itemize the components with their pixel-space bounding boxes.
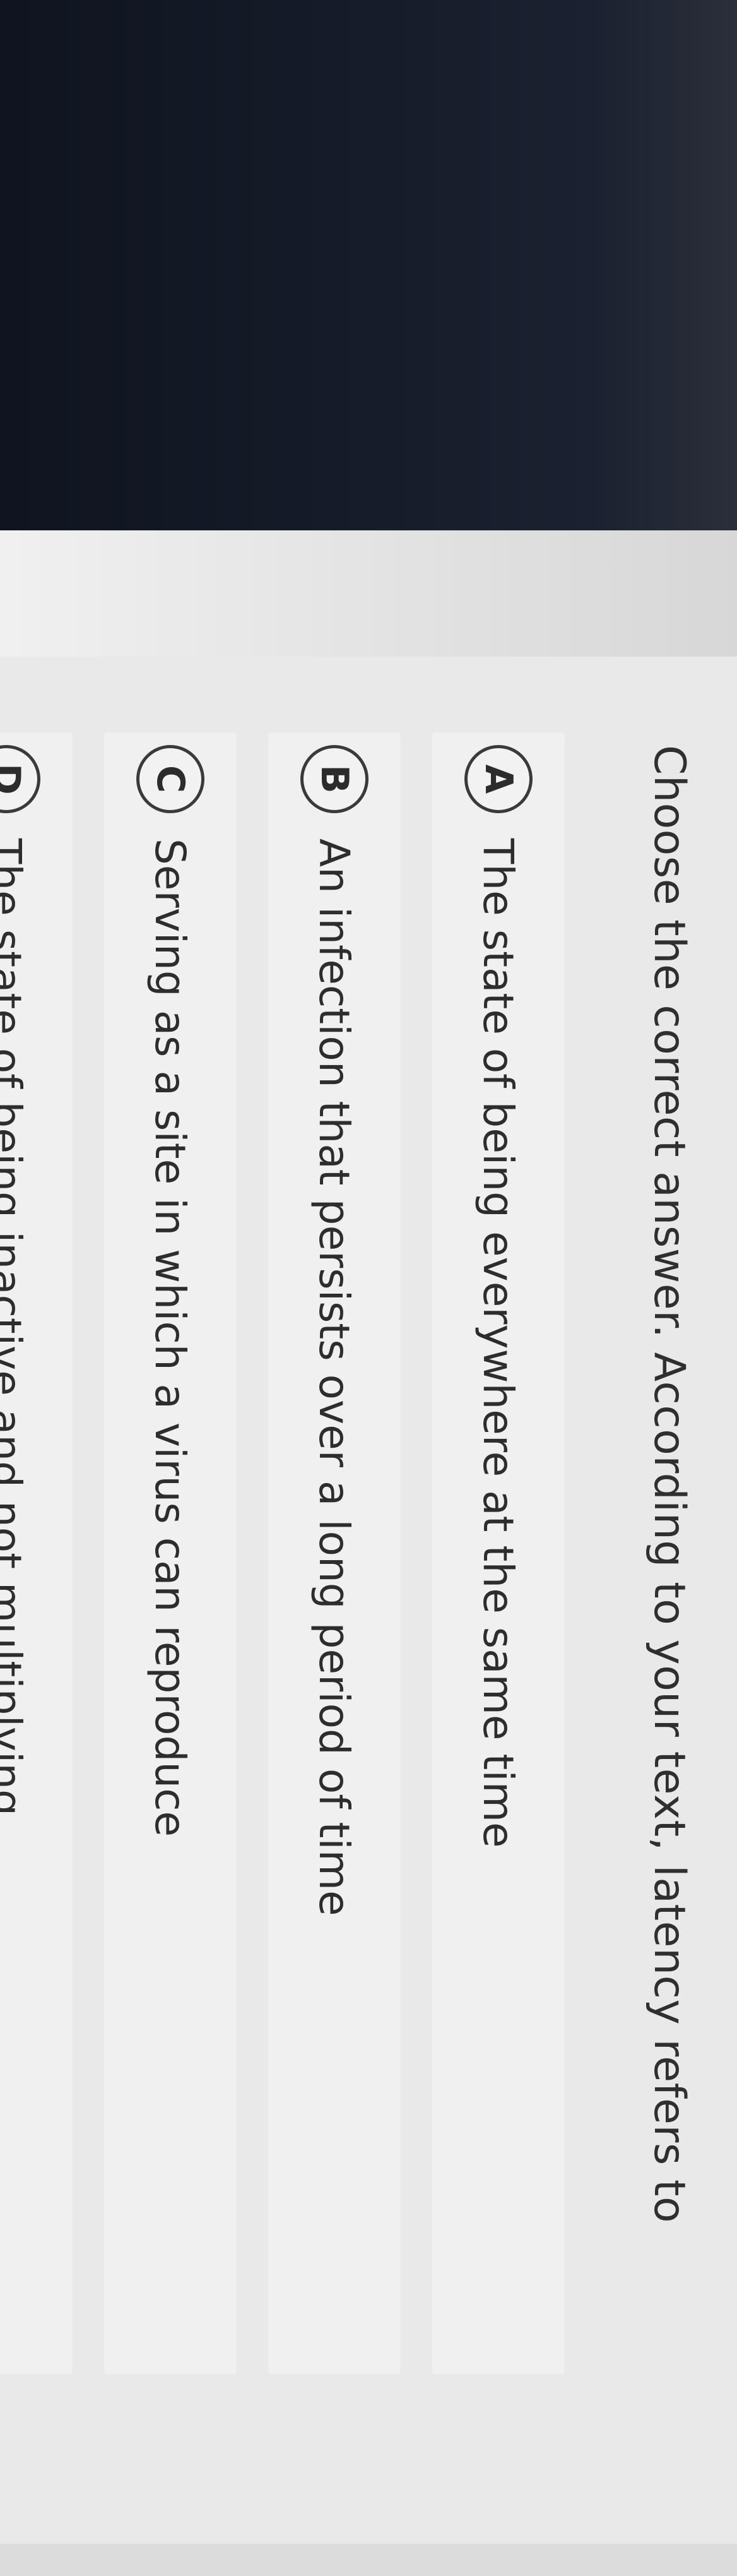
answer-options: A The state of being everywhere at the s… — [0, 732, 574, 2513]
question-prompt: Choose the correct answer. According to … — [644, 745, 694, 2224]
option-letter-badge: B — [300, 745, 369, 813]
option-text: Serving as a site in which a virus can r… — [146, 838, 195, 1837]
option-letter-badge: D — [0, 745, 40, 813]
option-b[interactable]: B An infection that persists over a long… — [259, 732, 410, 2576]
option-letter-badge: C — [136, 745, 204, 813]
option-a[interactable]: A The state of being everywhere at the s… — [423, 732, 574, 2576]
option-text: The state of being everywhere at the sam… — [474, 838, 523, 1848]
option-c[interactable]: C Serving as a site in which a virus can… — [95, 732, 246, 2576]
option-d[interactable]: D The state of being inactive and not mu… — [0, 732, 82, 2576]
top-dark-region — [0, 0, 737, 530]
option-text: The state of being inactive and not mult… — [0, 838, 31, 1816]
option-letter-badge: A — [464, 745, 533, 813]
option-text: An infection that persists over a long p… — [310, 838, 359, 1916]
question-area: Choose the correct answer. According to … — [0, 732, 694, 2513]
